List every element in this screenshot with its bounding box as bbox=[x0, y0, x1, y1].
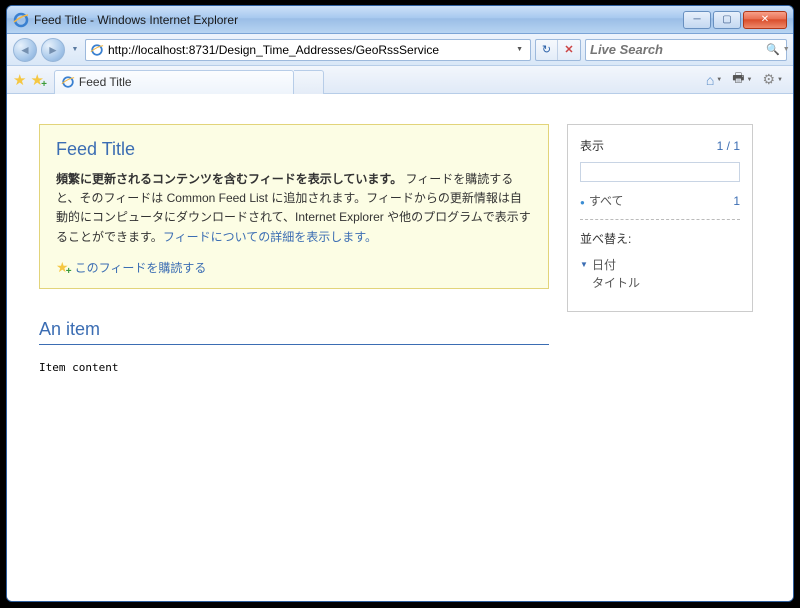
search-dropdown-icon[interactable]: ▼ bbox=[780, 46, 790, 53]
subscribe-icon: ★+ bbox=[56, 259, 69, 276]
feed-item-title: An item bbox=[39, 319, 549, 345]
window-title: Feed Title - Windows Internet Explorer bbox=[34, 13, 681, 27]
filter-all-label: ●すべて bbox=[580, 192, 624, 209]
address-controls: ↻ ✕ bbox=[535, 39, 581, 61]
sort-by-title[interactable]: タイトル bbox=[580, 273, 740, 291]
forward-button[interactable]: ► bbox=[41, 38, 65, 62]
tab-icon bbox=[61, 75, 75, 89]
address-bar[interactable]: ▼ bbox=[85, 39, 531, 61]
url-input[interactable] bbox=[108, 43, 513, 57]
stop-button[interactable]: ✕ bbox=[558, 40, 580, 60]
tab-toolbar: ★ ★+ Feed Title ⌂▼ 🖶▼ ⚙▼ bbox=[7, 66, 793, 94]
separator bbox=[580, 219, 740, 220]
display-label: 表示 bbox=[580, 137, 604, 154]
maximize-button[interactable]: ▢ bbox=[713, 11, 741, 29]
toolbar-right: ⌂▼ 🖶▼ ⚙▼ bbox=[702, 69, 787, 91]
sort-date-label: 日付 bbox=[592, 256, 616, 273]
display-count: 1 / 1 bbox=[717, 139, 740, 153]
search-input[interactable] bbox=[590, 42, 766, 57]
titlebar: Feed Title - Windows Internet Explorer ─… bbox=[7, 6, 793, 34]
refresh-button[interactable]: ↻ bbox=[536, 40, 558, 60]
filter-all-row[interactable]: ●すべて 1 bbox=[580, 192, 740, 209]
feed-about-link[interactable]: フィードについての詳細を表示します。 bbox=[163, 230, 377, 244]
address-dropdown-icon[interactable]: ▼ bbox=[513, 46, 526, 53]
favorites-controls: ★ ★+ bbox=[13, 71, 44, 89]
minimize-button[interactable]: ─ bbox=[683, 11, 711, 29]
subscribe-link[interactable]: このフィードを購読する bbox=[75, 259, 207, 276]
feed-info-box: Feed Title 頻繁に更新されるコンテンツを含むフィードを表示しています。… bbox=[39, 124, 549, 289]
main-column: Feed Title 頻繁に更新されるコンテンツを含むフィードを表示しています。… bbox=[39, 124, 549, 591]
feed-bold-text: 頻繁に更新されるコンテンツを含むフィードを表示しています。 bbox=[56, 172, 402, 186]
add-favorite-icon[interactable]: ★+ bbox=[30, 71, 43, 89]
display-row: 表示 1 / 1 bbox=[580, 137, 740, 154]
filter-all-count: 1 bbox=[733, 194, 740, 208]
print-button[interactable]: 🖶▼ bbox=[728, 69, 756, 91]
site-icon bbox=[90, 43, 104, 57]
filter-input[interactable] bbox=[580, 162, 740, 182]
content-area: Feed Title 頻繁に更新されるコンテンツを含むフィードを表示しています。… bbox=[7, 94, 793, 601]
sort-label: 並べ替え: bbox=[580, 230, 740, 247]
sort-by-date[interactable]: ▼ 日付 bbox=[580, 255, 740, 273]
sort-active-icon: ▼ bbox=[580, 260, 592, 269]
feed-title: Feed Title bbox=[56, 139, 532, 160]
nav-toolbar: ◄ ► ▼ ▼ ↻ ✕ 🔍 ▼ bbox=[7, 34, 793, 66]
sidebar: 表示 1 / 1 ●すべて 1 並べ替え: ▼ 日付 タイトル bbox=[567, 124, 753, 312]
nav-history-dropdown[interactable]: ▼ bbox=[69, 38, 81, 62]
window-controls: ─ ▢ ✕ bbox=[681, 11, 787, 29]
home-button[interactable]: ⌂▼ bbox=[702, 69, 726, 91]
feed-item-content: Item content bbox=[39, 361, 549, 374]
new-tab-button[interactable] bbox=[294, 70, 324, 94]
bullet-icon: ● bbox=[580, 198, 585, 207]
search-icon[interactable]: 🔍 bbox=[766, 43, 780, 56]
close-button[interactable]: ✕ bbox=[743, 11, 787, 29]
app-window: Feed Title - Windows Internet Explorer ─… bbox=[6, 5, 794, 602]
sort-title-label: タイトル bbox=[592, 274, 640, 291]
search-bar[interactable]: 🔍 ▼ bbox=[585, 39, 787, 61]
tools-button[interactable]: ⚙▼ bbox=[758, 69, 787, 91]
subscribe-row: ★+ このフィードを購読する bbox=[56, 259, 532, 276]
tab-strip: Feed Title bbox=[54, 66, 324, 94]
ie-icon bbox=[13, 12, 29, 28]
tab-label: Feed Title bbox=[79, 75, 132, 89]
favorites-icon[interactable]: ★ bbox=[13, 71, 26, 89]
feed-description: 頻繁に更新されるコンテンツを含むフィードを表示しています。 フィードを購読すると… bbox=[56, 170, 532, 247]
back-button[interactable]: ◄ bbox=[13, 38, 37, 62]
tab-active[interactable]: Feed Title bbox=[54, 70, 294, 94]
